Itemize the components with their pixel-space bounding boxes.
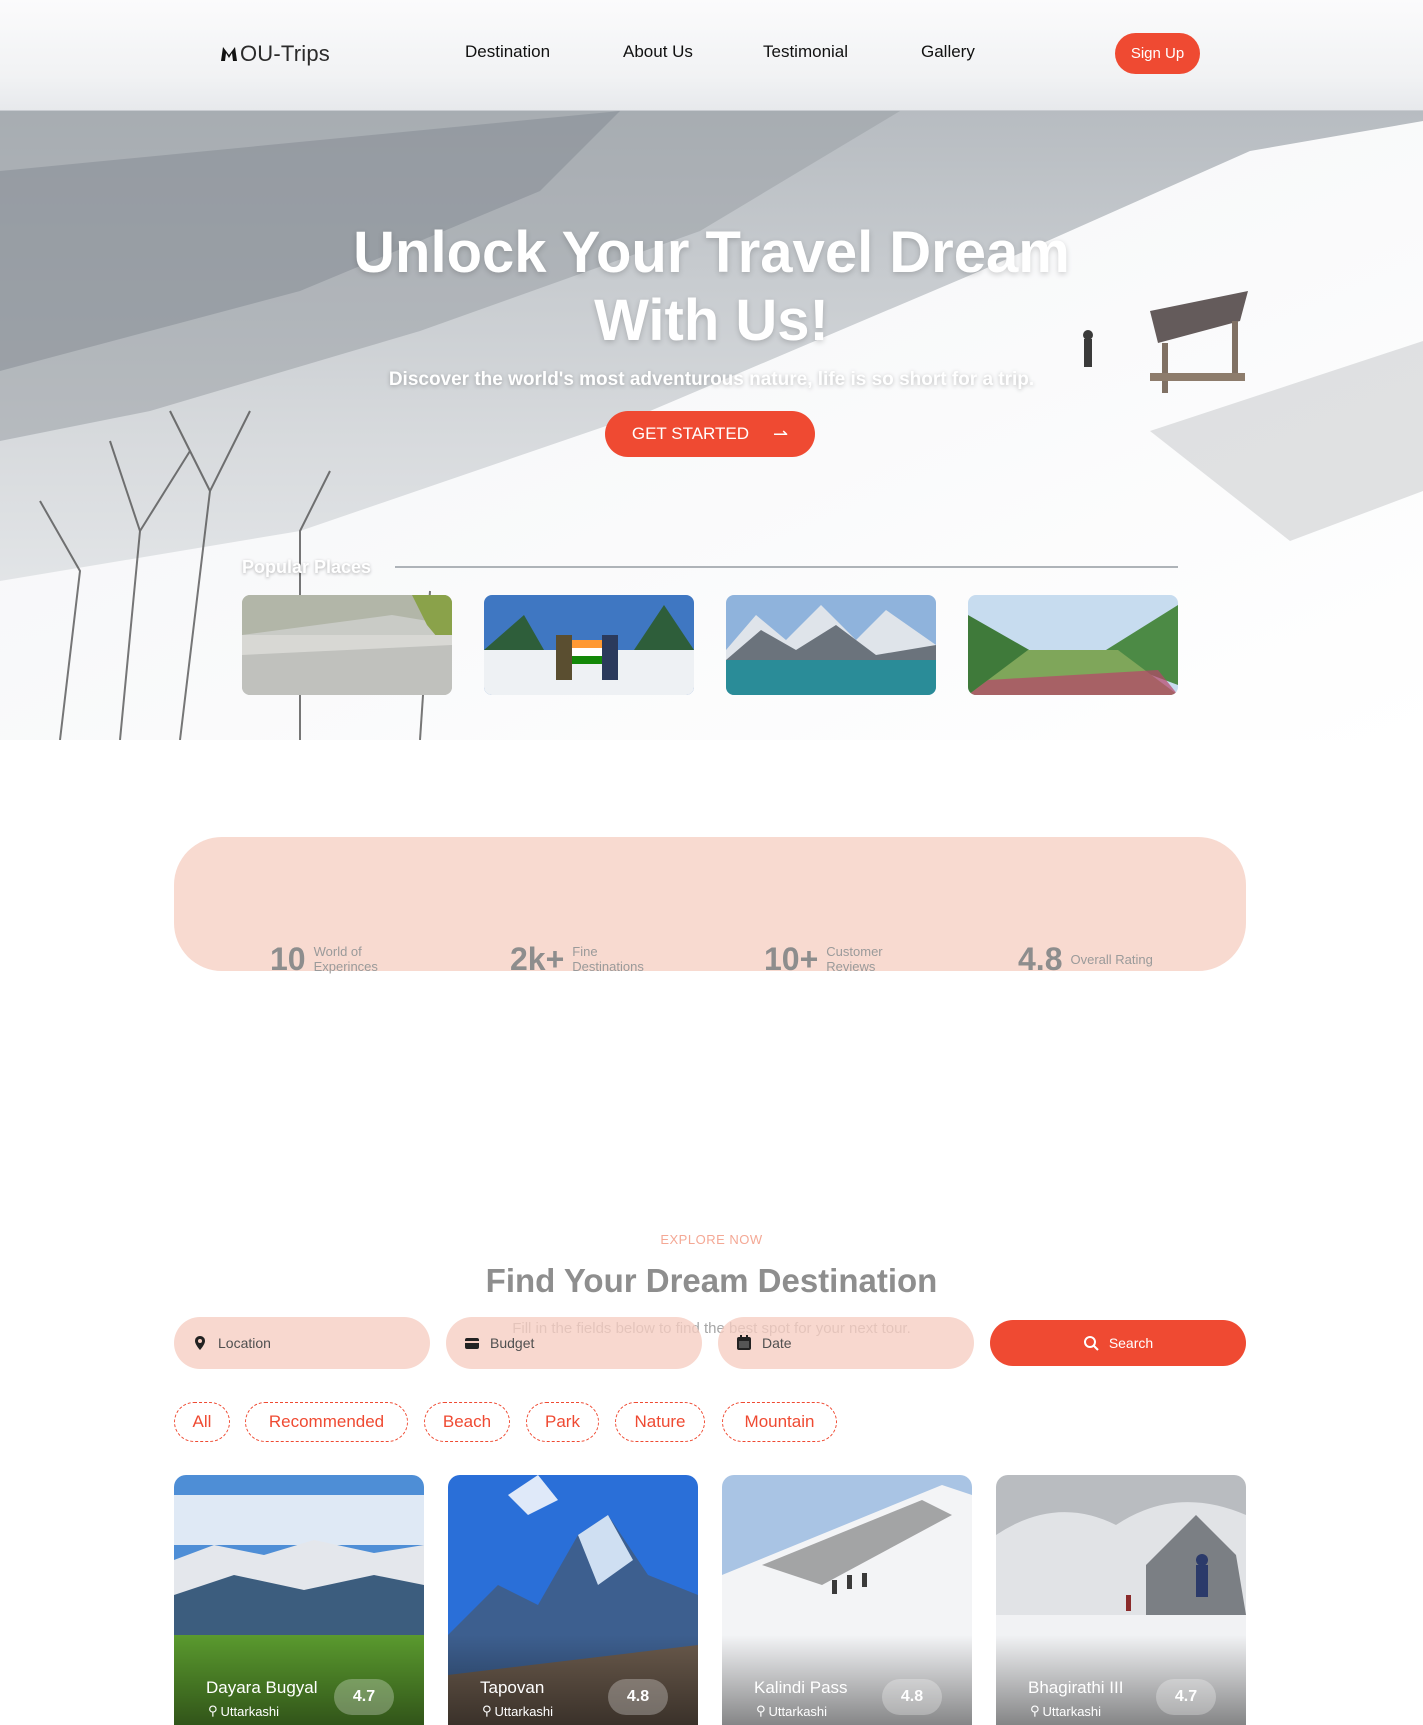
destination-card[interactable]: Bhagirathi III ⚲ Uttarkashi 4.7	[996, 1475, 1246, 1725]
date-placeholder: Date	[762, 1335, 792, 1351]
wallet-icon	[465, 1338, 479, 1349]
popular-places-divider	[395, 566, 1178, 568]
budget-field[interactable]: Budget	[446, 1317, 702, 1369]
destination-card[interactable]: Dayara Bugyal ⚲ Uttarkashi 4.7	[174, 1475, 424, 1725]
popular-place-thumbnail[interactable]	[968, 595, 1178, 695]
popular-place-thumbnail[interactable]	[242, 595, 452, 695]
filter-mountain[interactable]: Mountain	[722, 1402, 837, 1442]
search-button[interactable]: Search	[990, 1320, 1246, 1366]
location-placeholder: Location	[218, 1335, 271, 1351]
popular-place-thumbnail[interactable]	[726, 595, 936, 695]
popular-place-thumbnail[interactable]	[484, 595, 694, 695]
signup-button[interactable]: Sign Up	[1115, 33, 1200, 74]
main-nav: Destination About Us Testimonial Gallery	[0, 42, 1423, 66]
hero-section: Unlock Your Travel Dream With Us! Discov…	[0, 111, 1423, 740]
stat-label: World of Experinces	[313, 944, 378, 974]
get-started-label: GET STARTED	[631, 424, 750, 443]
location-pin-icon: ⚲	[1030, 1703, 1040, 1718]
rating-badge: 4.8	[882, 1679, 942, 1715]
flower-valley-image	[968, 595, 1178, 695]
stat-item: 2k+ Fine Destinations	[510, 941, 662, 977]
glacial-lake-image	[726, 595, 936, 695]
trekkers-flag-image	[484, 595, 694, 695]
get-started-button[interactable]: GET STARTED ⇀	[605, 411, 815, 457]
popular-places-title: Popular Places	[242, 557, 372, 577]
destination-name: Tapovan	[480, 1678, 545, 1697]
stat-item: 4.8 Overall Rating	[1018, 941, 1160, 977]
filter-nature[interactable]: Nature	[615, 1402, 705, 1442]
stat-number: 10	[270, 940, 306, 977]
destination-location-text: Uttarkashi	[1042, 1703, 1102, 1719]
destination-name: Dayara Bugyal	[206, 1678, 318, 1697]
arrow-right-icon: ⇀	[773, 423, 789, 444]
destination-location-text: Uttarkashi	[220, 1703, 280, 1719]
location-pin-icon	[195, 1336, 205, 1350]
destination-location-text: Uttarkashi	[494, 1703, 554, 1719]
destination-card[interactable]: Tapovan ⚲ Uttarkashi 4.8	[448, 1475, 698, 1725]
destination-name: Kalindi Pass	[754, 1678, 848, 1697]
destination-location: ⚲ Uttarkashi	[482, 1703, 553, 1719]
stat-item: 10+ Customer Reviews	[764, 941, 916, 977]
filter-all[interactable]: All	[174, 1402, 230, 1442]
stat-item: 10 World of Experinces	[270, 941, 404, 977]
location-field[interactable]: Location	[174, 1317, 430, 1369]
destination-location: ⚲ Uttarkashi	[756, 1703, 827, 1719]
destination-card[interactable]: Kalindi Pass ⚲ Uttarkashi 4.8	[722, 1475, 972, 1725]
rating-badge: 4.8	[608, 1679, 668, 1715]
stat-label: Overall Rating	[1070, 951, 1153, 967]
nav-destination[interactable]: Destination	[465, 42, 550, 62]
stat-label: Customer Reviews	[826, 944, 883, 974]
destination-name: Bhagirathi III	[1028, 1678, 1124, 1697]
stats-banner: 10 World of Experinces 2k+ Fine Destinat…	[174, 837, 1246, 977]
search-label: Search	[1108, 1335, 1154, 1351]
location-pin-icon: ⚲	[756, 1703, 766, 1718]
stat-number: 4.8	[1018, 940, 1063, 977]
rating-badge: 4.7	[1156, 1679, 1216, 1715]
filter-beach[interactable]: Beach	[424, 1402, 510, 1442]
snowy-meadow-image	[242, 595, 452, 695]
nav-gallery[interactable]: Gallery	[921, 42, 975, 62]
hero-subtitle: Discover the world's most adventurous na…	[388, 369, 1035, 390]
destination-location: ⚲ Uttarkashi	[208, 1703, 279, 1719]
stat-number: 10+	[764, 940, 819, 977]
location-pin-icon: ⚲	[208, 1703, 218, 1718]
destination-location: ⚲ Uttarkashi	[1030, 1703, 1101, 1719]
explore-eyebrow: EXPLORE NOW	[660, 1232, 763, 1247]
site-header: OU-Trips Destination About Us Testimonia…	[0, 0, 1423, 111]
stat-label: Fine Destinations	[572, 944, 644, 974]
hero-title-line-1: Unlock Your Travel Dream	[353, 220, 1070, 285]
hero-title: Unlock Your Travel Dream With Us!	[0, 219, 1423, 355]
destination-location-text: Uttarkashi	[768, 1703, 828, 1719]
nav-testimonial[interactable]: Testimonial	[763, 42, 848, 62]
filter-recommended[interactable]: Recommended	[245, 1402, 408, 1442]
rating-badge: 4.7	[334, 1679, 394, 1715]
calendar-icon	[737, 1335, 751, 1350]
filter-park[interactable]: Park	[526, 1402, 599, 1442]
hero-title-line-2: With Us!	[594, 288, 829, 353]
explore-title: Find Your Dream Destination	[485, 1262, 938, 1299]
location-pin-icon: ⚲	[482, 1703, 492, 1718]
search-icon	[1083, 1336, 1099, 1351]
nav-about-us[interactable]: About Us	[623, 42, 693, 62]
budget-placeholder: Budget	[490, 1335, 535, 1351]
date-field[interactable]: Date	[718, 1317, 974, 1369]
stat-number: 2k+	[510, 940, 565, 977]
